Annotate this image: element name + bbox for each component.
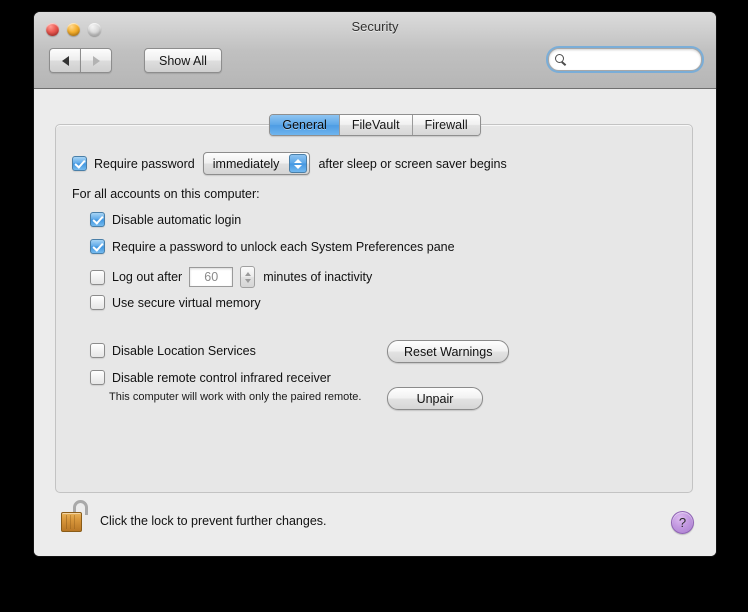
general-settings-panel: Require password immediately after sleep…	[55, 124, 693, 493]
require-password-prefs-label: Require a password to unlock each System…	[112, 239, 455, 254]
accounts-section-header: For all accounts on this computer:	[72, 187, 260, 201]
chevron-left-icon	[61, 55, 69, 66]
disable-automatic-login-label: Disable automatic login	[112, 212, 242, 227]
require-password-suffix: after sleep or screen saver begins	[318, 156, 507, 171]
disable-location-services-label: Disable Location Services	[112, 343, 256, 358]
help-button[interactable]: ?	[671, 511, 694, 534]
stepper-up-icon[interactable]	[244, 271, 251, 276]
tab-strip: General FileVault Firewall	[269, 114, 481, 136]
accounts-section-header-text: For all accounts on this computer:	[72, 187, 260, 201]
tab-bar: General FileVault Firewall	[34, 114, 716, 136]
secure-virtual-memory-label: Use secure virtual memory	[112, 295, 261, 310]
require-password-row: Require password immediately after sleep…	[72, 152, 507, 175]
log-out-after-checkbox[interactable]	[90, 269, 105, 285]
disable-infrared-label: Disable remote control infrared receiver	[112, 370, 331, 385]
window-toolbar: Security Show All	[34, 12, 716, 89]
forward-button	[80, 48, 112, 73]
disable-automatic-login-row[interactable]: Disable automatic login	[90, 212, 241, 227]
arrow-up-icon	[294, 158, 303, 163]
unpair-button[interactable]: Unpair	[387, 387, 483, 410]
lock-caption: Click the lock to prevent further change…	[100, 514, 327, 528]
password-delay-value: immediately	[212, 156, 280, 171]
arrow-down-icon	[294, 164, 303, 169]
log-out-minutes-stepper[interactable]	[240, 266, 256, 288]
log-out-minutes-field[interactable]: 60	[189, 267, 234, 287]
search-input[interactable]	[555, 52, 716, 67]
password-delay-popup[interactable]: immediately	[202, 152, 311, 175]
disable-location-services-checkbox[interactable]	[90, 343, 105, 358]
search-field[interactable]	[548, 48, 716, 71]
stepper-down-icon[interactable]	[244, 278, 251, 283]
disable-infrared-row[interactable]: Disable remote control infrared receiver	[90, 370, 331, 385]
log-out-after-label: Log out after	[112, 270, 183, 284]
tab-filevault[interactable]: FileVault	[339, 115, 413, 135]
disable-location-services-row[interactable]: Disable Location Services	[90, 343, 256, 358]
reset-warnings-button[interactable]: Reset Warnings	[387, 340, 510, 363]
back-button[interactable]	[49, 48, 80, 73]
popup-arrows-icon	[289, 154, 308, 173]
secure-virtual-memory-checkbox[interactable]	[90, 295, 105, 310]
require-password-label: Require password	[94, 156, 195, 171]
disable-automatic-login-checkbox[interactable]	[90, 212, 105, 227]
log-out-after-suffix: minutes of inactivity	[263, 270, 373, 284]
navigation-buttons	[49, 48, 112, 73]
tab-general[interactable]: General	[270, 115, 340, 135]
require-password-prefs-row[interactable]: Require a password to unlock each System…	[90, 239, 455, 254]
tab-firewall[interactable]: Firewall	[412, 115, 480, 135]
log-out-after-row: Log out after 60 minutes of inactivity	[90, 266, 372, 288]
chevron-right-icon	[92, 55, 100, 66]
disable-infrared-checkbox[interactable]	[90, 370, 105, 385]
secure-virtual-memory-row[interactable]: Use secure virtual memory	[90, 295, 261, 310]
infrared-help-text: This computer will work with only the pa…	[109, 391, 362, 403]
show-all-button[interactable]: Show All	[144, 48, 222, 73]
require-password-checkbox[interactable]	[72, 156, 87, 171]
require-password-prefs-checkbox[interactable]	[90, 239, 105, 254]
security-preferences-window: Security Show All General FileVault Fire…	[33, 11, 717, 557]
window-title: Security	[351, 19, 399, 34]
window-body: General FileVault Firewall Require passw…	[34, 89, 716, 556]
lock-icon[interactable]	[61, 500, 91, 532]
lock-body-icon	[61, 512, 82, 532]
